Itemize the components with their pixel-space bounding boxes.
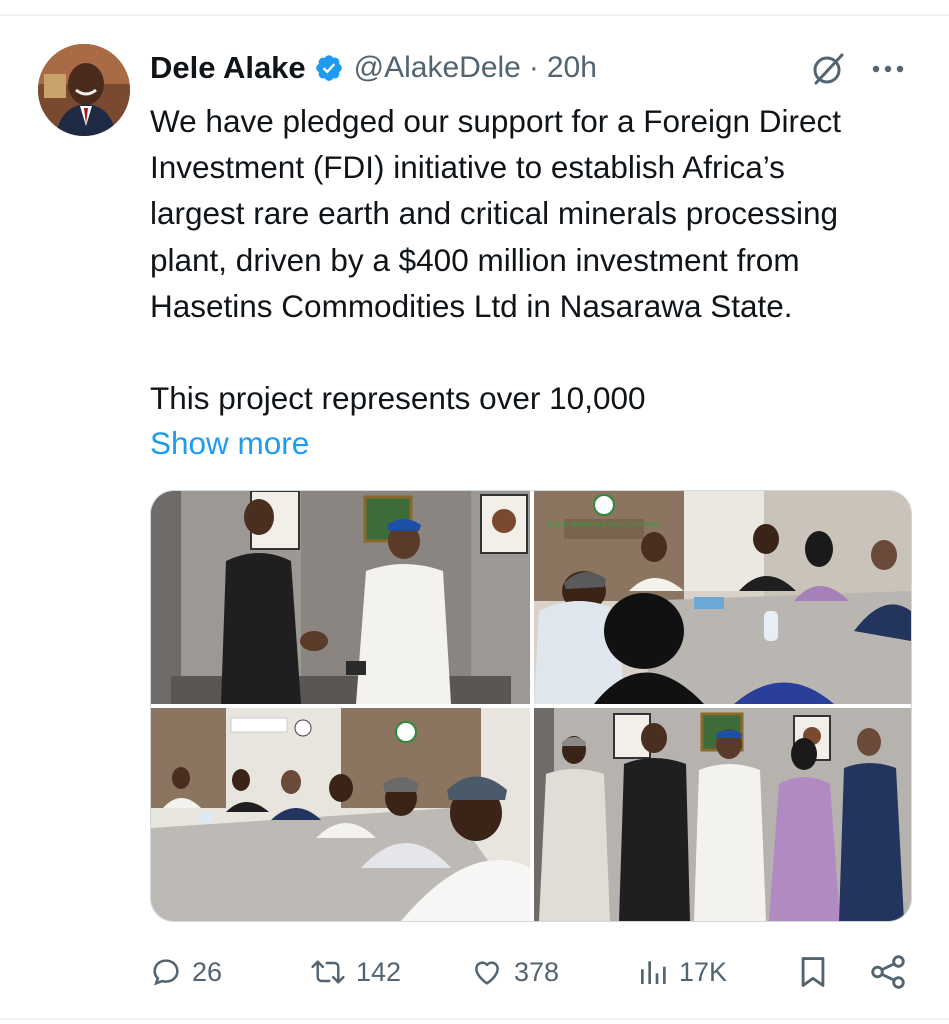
share-button[interactable] xyxy=(868,948,908,996)
like-count: 378 xyxy=(514,956,560,987)
tweet-text: We have pledged our support for a Foreig… xyxy=(150,103,842,417)
action-bar: 26 142 378 17K xyxy=(150,948,910,996)
like-button[interactable]: 378 xyxy=(470,948,559,996)
photo-meeting-wide[interactable] xyxy=(151,708,530,921)
wall-sign-text: SOLID MINERALS DEVELOPMENT xyxy=(547,522,661,529)
views-chart-icon xyxy=(641,961,666,984)
top-divider xyxy=(0,14,949,16)
show-more-link[interactable]: Show more xyxy=(150,420,309,466)
avatar[interactable] xyxy=(38,44,130,136)
views-button[interactable]: 17K xyxy=(637,948,727,996)
reply-icon xyxy=(153,959,179,986)
separator-dot: · xyxy=(528,51,539,84)
more-options-icon[interactable] xyxy=(868,51,908,87)
bottom-divider xyxy=(0,1018,949,1020)
repost-button[interactable]: 142 xyxy=(310,948,401,996)
views-count: 17K xyxy=(679,956,728,987)
share-icon xyxy=(871,955,905,989)
tweet-header: Dele Alake @AlakeDele · 20h xyxy=(150,48,597,88)
verified-badge-icon xyxy=(314,53,344,83)
reply-count: 26 xyxy=(192,956,223,987)
handle[interactable]: @AlakeDele xyxy=(354,51,521,85)
photo-handshake[interactable] xyxy=(151,491,530,704)
display-name[interactable]: Dele Alake xyxy=(150,50,306,86)
repost-count: 142 xyxy=(356,956,402,987)
repost-icon xyxy=(311,960,345,984)
heart-icon xyxy=(475,961,499,985)
grok-icon[interactable] xyxy=(810,51,846,87)
media-grid: SOLID MINERALS DEVELOPMENT xyxy=(150,490,912,922)
photo-meeting-table[interactable]: SOLID MINERALS DEVELOPMENT xyxy=(534,491,911,704)
reply-button[interactable]: 26 xyxy=(150,948,222,996)
photo-group[interactable] xyxy=(534,708,911,921)
timestamp[interactable]: 20h xyxy=(547,51,597,85)
bookmark-button[interactable] xyxy=(798,948,828,996)
bookmark-icon xyxy=(801,957,825,987)
tweet-view: Dele Alake @AlakeDele · 20h We have pled… xyxy=(0,0,949,1024)
